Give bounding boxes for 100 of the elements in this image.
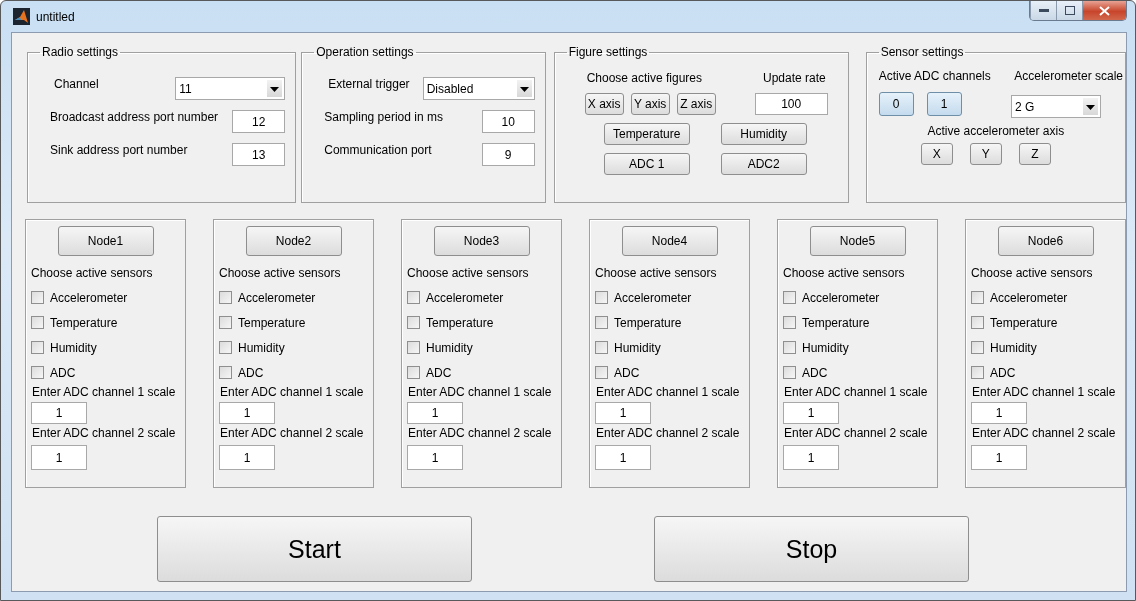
toggle-button[interactable]: Z [1018,143,1051,165]
node-button[interactable]: Node1 [57,226,154,256]
close-icon [1099,5,1110,16]
node-button[interactable]: Node2 [245,226,342,256]
input-field[interactable]: 9 [481,143,535,166]
toggle-button[interactable]: ADC2 [720,153,807,175]
field-label: Channel [54,77,99,91]
checkbox[interactable] [31,291,44,304]
action-button[interactable]: Stop [654,516,969,582]
checkbox[interactable] [595,316,608,329]
checkbox-label: Accelerometer [614,290,692,305]
checkbox[interactable] [783,341,796,354]
checkbox[interactable] [595,366,608,379]
checkbox[interactable] [971,316,984,329]
toggle-button[interactable]: Z axis [676,93,716,115]
checkbox-label: Humidity [238,340,285,355]
input-field[interactable]: 10 [481,110,535,133]
toggle-button[interactable]: X axis [584,93,624,115]
dropdown[interactable]: 2 G [1011,95,1101,118]
toggle-button[interactable]: Humidity [720,123,807,145]
input-field[interactable]: 12 [232,110,286,133]
checkbox[interactable] [595,341,608,354]
checkbox-label: ADC [990,365,1016,380]
close-button[interactable] [1082,1,1126,20]
field-label: Sink address port number [50,143,188,157]
field-label: Enter ADC channel 2 scale [972,426,1117,440]
input-field[interactable]: 1 [219,445,275,470]
input-field[interactable]: 1 [407,402,463,424]
field-label: Communication port [324,143,432,157]
field-label: Enter ADC channel 2 scale [220,426,365,440]
section-label: Active accelerometer axis [927,124,1065,138]
checkbox-label: Humidity [426,340,473,355]
checkbox-label: Accelerometer [802,290,880,305]
checkbox-label: Accelerometer [50,290,128,305]
minimize-button[interactable] [1030,1,1056,20]
checkbox[interactable] [971,341,984,354]
input-field[interactable]: 1 [971,402,1027,424]
field-label: External trigger [328,77,410,91]
field-label: Enter ADC channel 1 scale [784,385,929,399]
section-label: Choose active sensors [595,266,718,280]
section-label: Update rate [762,71,826,85]
action-button[interactable]: Start [157,516,472,582]
input-field[interactable]: 1 [219,402,275,424]
toggle-button[interactable]: Y axis [630,93,670,115]
field-label: Enter ADC channel 1 scale [972,385,1117,399]
checkbox-label: Temperature [50,315,118,330]
input-field[interactable]: 1 [783,445,839,470]
toggle-button[interactable]: ADC 1 [603,153,690,175]
toggle-button[interactable]: 0 [878,91,914,116]
checkbox[interactable] [31,316,44,329]
input-field[interactable]: 1 [971,445,1027,470]
node-button[interactable]: Node5 [809,226,906,256]
checkbox[interactable] [407,291,420,304]
toggle-button[interactable]: Y [969,143,1002,165]
dropdown[interactable]: Disabled [422,77,535,100]
toggle-button[interactable]: 1 [926,91,962,116]
caret-icon [516,80,532,97]
checkbox[interactable] [783,366,796,379]
checkbox[interactable] [407,341,420,354]
input-field[interactable]: 1 [595,402,651,424]
toggle-button[interactable]: Temperature [603,123,690,145]
checkbox[interactable] [783,291,796,304]
checkbox[interactable] [219,341,232,354]
checkbox[interactable] [31,341,44,354]
field-label: Enter ADC channel 2 scale [784,426,929,440]
input-field[interactable]: 1 [783,402,839,424]
input-field[interactable]: 13 [232,143,286,166]
node-button[interactable]: Node6 [997,226,1094,256]
input-field[interactable]: 1 [407,445,463,470]
node-button[interactable]: Node4 [621,226,718,256]
input-field[interactable]: 1 [31,402,87,424]
input-field[interactable]: 100 [754,93,828,115]
dropdown[interactable]: 11 [175,77,286,100]
field-label: Enter ADC channel 1 scale [32,385,177,399]
checkbox[interactable] [783,316,796,329]
checkbox[interactable] [595,291,608,304]
checkbox[interactable] [971,366,984,379]
checkbox-label: Accelerometer [426,290,504,305]
input-field[interactable]: 1 [31,445,87,470]
checkbox-label: ADC [50,365,76,380]
maximize-button[interactable] [1056,1,1082,20]
field-label: Broadcast address port number [50,110,219,124]
checkbox-label: Temperature [802,315,870,330]
checkbox[interactable] [971,291,984,304]
panel-title: Operation settings [315,45,415,59]
section-label: Accelerometer scale [1014,69,1123,83]
checkbox-label: Temperature [238,315,306,330]
toggle-button[interactable]: X [920,143,953,165]
checkbox[interactable] [219,291,232,304]
checkbox[interactable] [407,366,420,379]
checkbox[interactable] [219,316,232,329]
input-field[interactable]: 1 [595,445,651,470]
section-label: Choose active sensors [31,266,154,280]
section-label: Choose active figures [586,71,703,85]
checkbox[interactable] [407,316,420,329]
checkbox[interactable] [31,366,44,379]
checkbox[interactable] [219,366,232,379]
checkbox-label: Accelerometer [990,290,1068,305]
window-title: untitled [36,9,75,24]
node-button[interactable]: Node3 [433,226,530,256]
